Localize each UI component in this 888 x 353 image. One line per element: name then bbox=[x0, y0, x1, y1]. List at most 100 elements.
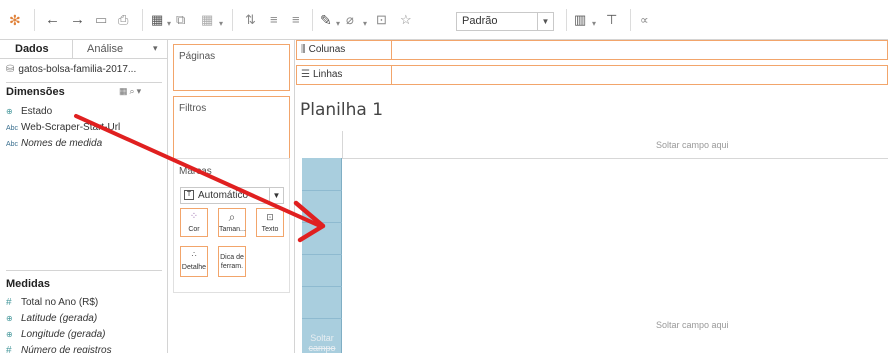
pane-menu-icon[interactable]: ▾ bbox=[153, 43, 158, 54]
header-divider bbox=[342, 131, 343, 158]
string-type-icon: Abc bbox=[6, 141, 19, 148]
dimension-field-estado[interactable]: ⊕ Estado bbox=[6, 106, 52, 117]
duplicate-sheet-icon[interactable]: ⧉ bbox=[176, 11, 185, 29]
chevron-down-icon[interactable]: ▾ bbox=[137, 86, 144, 96]
clear-sheet-icon[interactable]: ▦ bbox=[201, 11, 213, 29]
globe-icon: ⊕ bbox=[6, 107, 13, 116]
text-mark-icon: T bbox=[184, 190, 194, 201]
sort-descending-icon[interactable]: ≡ bbox=[292, 11, 300, 29]
globe-icon: ⊕ bbox=[6, 330, 13, 339]
measures-heading: Medidas bbox=[6, 278, 51, 290]
number-type-icon: # bbox=[6, 297, 12, 308]
rows-icon: ☰ bbox=[301, 69, 310, 80]
tooltip-label-line1: Dica de bbox=[220, 254, 244, 261]
section-divider bbox=[6, 270, 162, 271]
mark-type-dropdown[interactable]: T Automático ▼ bbox=[180, 187, 284, 204]
chevron-down-icon[interactable]: ▾ bbox=[219, 15, 223, 33]
dimensions-heading: Dimensões bbox=[6, 86, 65, 98]
columns-drop-zone[interactable] bbox=[392, 40, 888, 60]
share-icon[interactable]: ∝ bbox=[640, 11, 649, 29]
detail-button-label: Detalhe bbox=[181, 264, 207, 271]
search-icon[interactable]: ⌕ bbox=[130, 86, 137, 96]
chevron-down-icon: ▼ bbox=[537, 13, 553, 30]
columns-label: Colunas bbox=[308, 44, 346, 55]
save-icon[interactable]: ▭ bbox=[95, 11, 107, 29]
field-label: Latitude (gerada) bbox=[21, 313, 98, 324]
dimension-field-web-scraper-start-url[interactable]: Abc Web-Scraper-Start-Url bbox=[6, 122, 120, 133]
filters-card-title: Filtros bbox=[179, 103, 207, 114]
tooltip-button[interactable]: Dica de ferram. bbox=[218, 246, 246, 277]
detail-button[interactable]: ∴ Detalhe bbox=[180, 246, 208, 277]
rows-label: Linhas bbox=[312, 69, 343, 80]
tableau-logo-icon[interactable]: ✻ bbox=[9, 11, 21, 29]
tab-analise[interactable]: Análise bbox=[87, 43, 123, 55]
rows-shelf[interactable]: ☰ Linhas bbox=[296, 65, 888, 85]
pages-card-title: Páginas bbox=[179, 51, 216, 62]
sort-ascending-icon[interactable]: ≡ bbox=[270, 11, 278, 29]
datasource-item[interactable]: ⛁ gatos-bolsa-familia-2017... bbox=[6, 64, 136, 75]
measure-field-longitude[interactable]: ⊕ Longitude (gerada) bbox=[6, 329, 106, 340]
toolbar-divider bbox=[566, 9, 567, 31]
drop-field-here-rows[interactable]: Soltar campo aqui bbox=[302, 333, 342, 353]
toolbar-divider bbox=[630, 9, 631, 31]
field-label: Total no Ano (R$) bbox=[21, 297, 99, 308]
toolbar-divider bbox=[34, 9, 35, 31]
undo-arrow-icon[interactable]: ← bbox=[45, 11, 60, 29]
show-cards-icon[interactable]: ▥ bbox=[574, 11, 586, 29]
data-pane: Dados Análise ▾ ⛁ gatos-bolsa-familia-201… bbox=[0, 40, 168, 353]
fix-axes-icon[interactable]: ☆ bbox=[400, 11, 412, 29]
field-label: Web-Scraper-Start-Url bbox=[21, 122, 121, 133]
cards-pane: Páginas Filtros Marcas T Automático ▼ ⁘ C… bbox=[169, 40, 295, 353]
swap-axes-icon[interactable]: ⇅ bbox=[245, 11, 256, 29]
new-datasource-icon[interactable]: ⎙ bbox=[118, 11, 128, 29]
row-gridline bbox=[302, 190, 342, 191]
rows-header-column[interactable]: Soltar campo aqui bbox=[302, 158, 342, 353]
color-button-label: Cor bbox=[188, 226, 200, 233]
presentation-mode-icon[interactable]: ⊤ bbox=[606, 11, 617, 29]
new-worksheet-icon[interactable]: ▦ bbox=[151, 11, 163, 29]
dimension-field-nomes-de-medida[interactable]: Abc Nomes de medida bbox=[6, 138, 102, 149]
toolbar-divider bbox=[142, 9, 143, 31]
view-canvas[interactable]: Soltar campo aqui Soltar campo aqui Solt… bbox=[302, 131, 888, 353]
globe-icon: ⊕ bbox=[6, 314, 13, 323]
color-button[interactable]: ⁘ Cor bbox=[180, 208, 208, 237]
measure-field-numero-de-registros[interactable]: # Número de registros bbox=[6, 345, 112, 353]
text-button[interactable]: ⊡ Texto bbox=[256, 208, 284, 237]
measure-field-total-no-ano[interactable]: # Total no Ano (R$) bbox=[6, 297, 98, 308]
row-gridline bbox=[302, 254, 342, 255]
chevron-down-icon[interactable]: ▾ bbox=[363, 15, 367, 33]
redo-arrow-icon[interactable]: → bbox=[70, 11, 85, 29]
string-type-icon: Abc bbox=[6, 125, 19, 132]
fit-dropdown[interactable]: Padrão ▼ bbox=[456, 12, 554, 31]
text-icon: ⊡ bbox=[266, 212, 274, 222]
size-button[interactable]: ⌕ Taman... bbox=[218, 208, 246, 237]
sheet-title[interactable]: Planilha 1 bbox=[300, 100, 383, 120]
toolbar-divider bbox=[232, 9, 233, 31]
drop-field-here-top[interactable]: Soltar campo aqui bbox=[656, 140, 729, 150]
field-label: Nomes de medida bbox=[21, 138, 103, 149]
row-gridline bbox=[302, 286, 342, 287]
text-button-label: Texto bbox=[261, 226, 279, 233]
marks-card-title: Marcas bbox=[179, 166, 212, 177]
drop-rows-line2: campo bbox=[308, 343, 336, 353]
number-type-icon: # bbox=[6, 345, 12, 353]
row-gridline bbox=[302, 318, 342, 319]
chevron-down-icon[interactable]: ▾ bbox=[592, 15, 596, 33]
chevron-down-icon[interactable]: ▾ bbox=[336, 15, 340, 33]
drop-field-here-center[interactable]: Soltar campo aqui bbox=[656, 320, 729, 330]
group-members-icon[interactable]: ⌀ bbox=[346, 11, 354, 29]
columns-shelf-label: ⫼ Colunas bbox=[296, 40, 392, 60]
drop-rows-line1: Soltar bbox=[310, 333, 334, 343]
pages-card[interactable]: Páginas bbox=[173, 44, 290, 91]
measure-field-latitude[interactable]: ⊕ Latitude (gerada) bbox=[6, 313, 97, 324]
chevron-down-icon[interactable]: ▾ bbox=[167, 15, 171, 33]
tab-dados[interactable]: Dados bbox=[15, 43, 49, 55]
section-divider bbox=[6, 82, 162, 83]
rows-drop-zone[interactable] bbox=[392, 65, 888, 85]
columns-shelf[interactable]: ⫼ Colunas bbox=[296, 40, 888, 60]
tab-divider bbox=[72, 40, 73, 59]
highlight-icon[interactable]: ✎ bbox=[320, 11, 332, 29]
show-mark-labels-icon[interactable]: ⊡ bbox=[376, 11, 387, 29]
view-grid-icon[interactable]: ▦ bbox=[119, 86, 130, 96]
fit-dropdown-value: Padrão bbox=[462, 15, 498, 27]
